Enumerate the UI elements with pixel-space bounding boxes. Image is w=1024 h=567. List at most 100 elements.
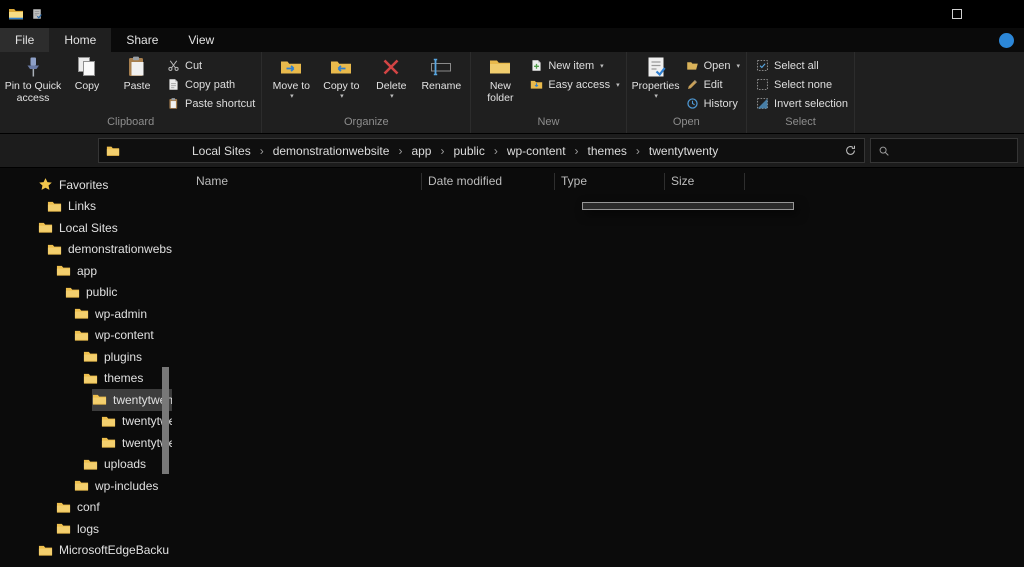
sidebar-item-twentytwen[interactable]: twentytwen	[0, 389, 172, 411]
maximize-button[interactable]	[934, 0, 979, 28]
dropdown-icon: ▾	[616, 81, 620, 89]
address-box[interactable]: Local Sites›demonstrationwebsite›app›pub…	[98, 138, 865, 163]
ribbon-button-invert-selection[interactable]: Invert selection	[756, 94, 848, 113]
tab-home[interactable]: Home	[49, 28, 111, 52]
column-header-date-modified[interactable]: Date modified	[422, 173, 555, 190]
main-content: FavoritesLinksLocal Sitesdemonstrationwe…	[0, 168, 1024, 567]
minimize-button[interactable]	[889, 0, 934, 28]
ribbon-button-history[interactable]: History	[686, 94, 740, 113]
sidebar-item-twentytwen[interactable]: twentytwen	[0, 411, 172, 433]
ribbon-group-new: New folderNew item▾Easy access▾New	[471, 52, 626, 133]
sidebar-item-microsoftedgebacku[interactable]: MicrosoftEdgeBacku	[0, 540, 172, 562]
up-button[interactable]	[69, 139, 93, 163]
folder-icon	[47, 242, 62, 257]
folder-icon	[83, 371, 98, 386]
sidebar-item-wp-includes[interactable]: wp-includes	[0, 475, 172, 497]
sidebar-item-wp-content[interactable]: wp-content	[0, 325, 172, 347]
breadcrumb-item-themes[interactable]: themes	[588, 144, 627, 158]
sidebar-item-label: conf	[77, 500, 100, 514]
ribbon-button-copy-path[interactable]: Copy path	[167, 75, 255, 94]
sidebar-item-logs[interactable]: logs	[0, 518, 172, 540]
ribbon-button-paste-shortcut[interactable]: Paste shortcut	[167, 94, 255, 113]
ribbon-group-select: Select allSelect noneInvert selectionSel…	[747, 52, 855, 133]
folder-icon	[101, 435, 116, 450]
sidebar-item-label: app	[77, 264, 97, 278]
sidebar-item-uploads[interactable]: uploads	[0, 454, 172, 476]
recent-locations-dropdown-icon[interactable]	[54, 139, 69, 163]
tab-file[interactable]: File	[0, 28, 49, 52]
sidebar-item-links[interactable]: Links	[0, 196, 172, 218]
sidebar-item-plugins[interactable]: plugins	[0, 346, 172, 368]
ribbon-button-cut[interactable]: Cut	[167, 56, 255, 75]
sidebar-item-conf[interactable]: conf	[0, 497, 172, 519]
sidebar-item-app[interactable]: app	[0, 260, 172, 282]
ribbon-button-edit[interactable]: Edit	[686, 75, 740, 94]
paste-icon	[125, 55, 149, 79]
ribbon-button-open[interactable]: Open▾	[686, 56, 740, 75]
scrollbar-thumb[interactable]	[162, 367, 169, 474]
sidebar-item-twentytwen[interactable]: twentytwen	[0, 432, 172, 454]
properties-icon	[644, 55, 668, 79]
dropdown-icon: ▾	[600, 62, 604, 70]
sidebar-item-public[interactable]: public	[0, 282, 172, 304]
folder-icon	[56, 500, 71, 515]
ribbon-button-properties[interactable]: Properties▾	[631, 53, 681, 116]
breadcrumb-item-app[interactable]: app	[411, 144, 431, 158]
window-controls	[889, 0, 1024, 28]
breadcrumb-item-wp-content[interactable]: wp-content	[507, 144, 566, 158]
ribbon-button-delete[interactable]: Delete▾	[366, 53, 416, 116]
sidebar-item-demonstrationwebs[interactable]: demonstrationwebs	[0, 239, 172, 261]
open-icon	[686, 59, 699, 72]
ribbon-button-pin-to-quick-access[interactable]: Pin to Quick access	[4, 53, 62, 116]
paste-small-icon	[167, 97, 180, 110]
sidebar-scrollbar[interactable]	[160, 172, 171, 567]
breadcrumb-item-public[interactable]: public	[453, 144, 484, 158]
breadcrumb-item-twentytwenty[interactable]: twentytwenty	[649, 144, 718, 158]
ribbon-button-rename[interactable]: Rename	[416, 53, 466, 116]
back-button[interactable]	[6, 139, 30, 163]
ribbon-button-copy-to[interactable]: Copy to▾	[316, 53, 366, 116]
sidebar-item-local-sites[interactable]: Local Sites	[0, 217, 172, 239]
file-rows	[172, 194, 1024, 196]
ribbon-button-new-folder[interactable]: New folder	[475, 53, 525, 116]
edit-icon	[686, 78, 699, 91]
context-menu	[582, 202, 794, 210]
close-button[interactable]	[979, 0, 1024, 28]
tab-view[interactable]: View	[173, 28, 229, 52]
folder-icon	[74, 328, 89, 343]
delete-icon	[379, 55, 403, 79]
refresh-icon[interactable]	[844, 144, 857, 157]
ribbon-button-copy[interactable]: Copy	[62, 53, 112, 116]
address-bar: Local Sites›demonstrationwebsite›app›pub…	[0, 134, 1024, 168]
sidebar-item-label: public	[86, 285, 117, 299]
column-header-name[interactable]: Name	[172, 173, 422, 190]
forward-button[interactable]	[30, 139, 54, 163]
folder-icon	[83, 349, 98, 364]
ribbon-button-new-item[interactable]: New item▾	[530, 56, 619, 75]
folder-icon	[92, 392, 107, 407]
dropdown-icon: ▾	[290, 93, 294, 101]
dropdown-icon: ▾	[340, 93, 344, 101]
help-icon[interactable]	[999, 33, 1014, 48]
search-box[interactable]	[870, 138, 1018, 163]
sidebar-item-themes[interactable]: themes	[0, 368, 172, 390]
ribbon-button-paste[interactable]: Paste	[112, 53, 162, 116]
quick-access-toolbar-icon[interactable]	[31, 8, 43, 20]
ribbon-button-select-none[interactable]: Select none	[756, 75, 848, 94]
breadcrumb-item-local-sites[interactable]: Local Sites	[192, 144, 251, 158]
column-header-type[interactable]: Type	[555, 173, 665, 190]
chevron-right-icon: ›	[494, 144, 498, 158]
ribbon-button-select-all[interactable]: Select all	[756, 56, 848, 75]
breadcrumb-item-demonstrationwebsite[interactable]: demonstrationwebsite	[273, 144, 390, 158]
sidebar-item-label: wp-content	[95, 328, 154, 342]
column-header-size[interactable]: Size	[665, 173, 745, 190]
sidebar-item-favorites[interactable]: Favorites	[0, 174, 172, 196]
sidebar-item-label: themes	[104, 371, 143, 385]
ribbon-button-move-to[interactable]: Move to▾	[266, 53, 316, 116]
ribbon-button-easy-access[interactable]: Easy access▾	[530, 75, 619, 94]
history-icon	[686, 97, 699, 110]
sidebar-item-wp-admin[interactable]: wp-admin	[0, 303, 172, 325]
tab-share[interactable]: Share	[111, 28, 173, 52]
ribbon-tab-bar-right	[985, 28, 1024, 52]
sidebar-item-label: logs	[77, 522, 99, 536]
